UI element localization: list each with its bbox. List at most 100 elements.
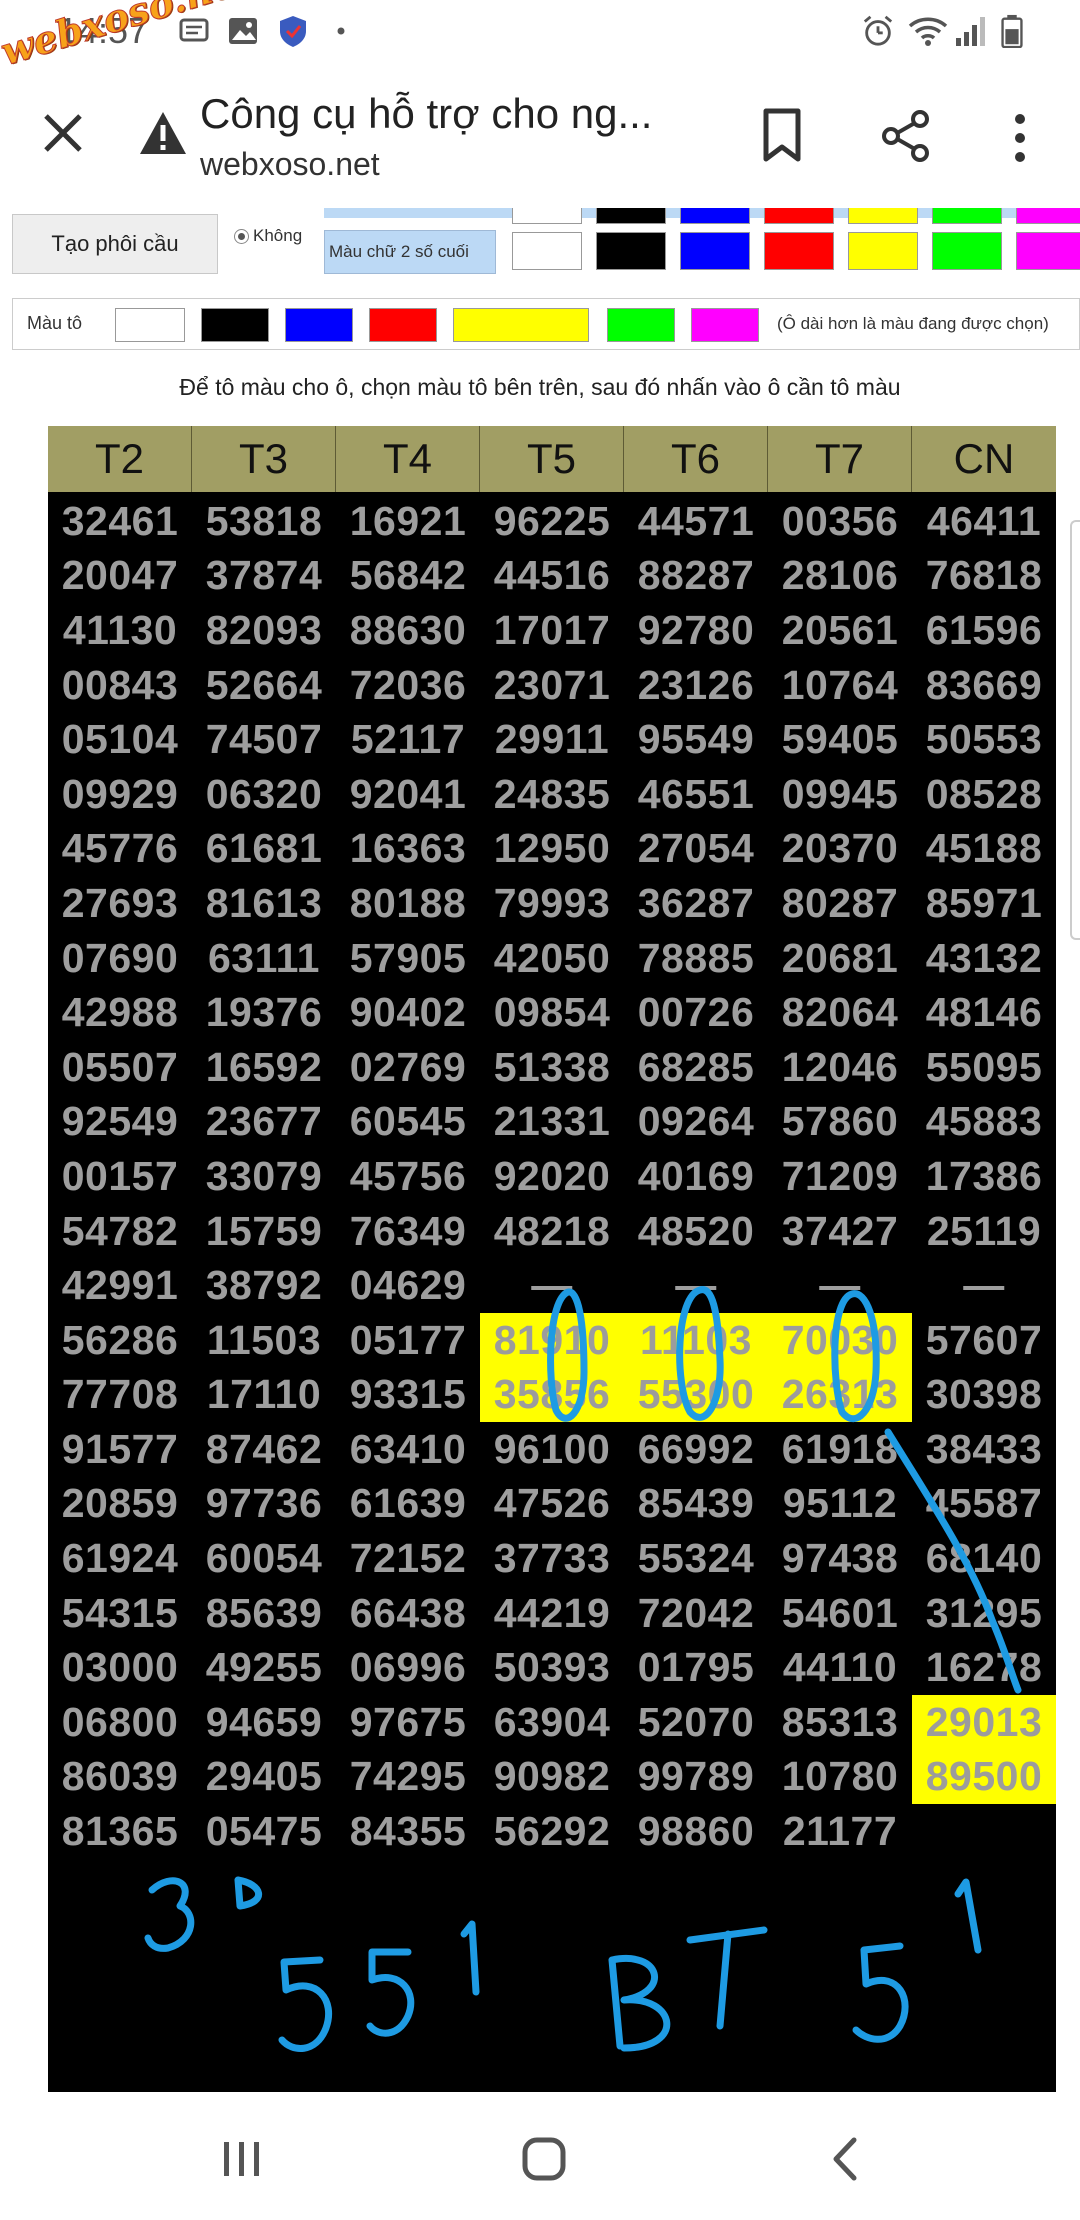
result-cell[interactable]: 89500 [912, 1749, 1056, 1805]
result-cell[interactable]: 12950 [480, 822, 624, 877]
last2-color-swatch-upper[interactable] [1016, 208, 1080, 224]
result-cell[interactable]: 46411 [912, 494, 1056, 549]
result-cell[interactable]: 05507 [48, 1040, 192, 1095]
recents-icon[interactable] [216, 2134, 268, 2184]
last2-color-swatch[interactable] [680, 232, 750, 270]
result-cell[interactable]: 16278 [912, 1640, 1056, 1695]
result-cell[interactable]: 12046 [768, 1040, 912, 1095]
result-cell[interactable]: 11503 [192, 1313, 336, 1368]
result-cell[interactable]: 85439 [624, 1477, 768, 1532]
result-cell[interactable]: 46551 [624, 767, 768, 822]
result-cell[interactable]: — [624, 1258, 768, 1313]
last2-color-swatch[interactable] [1016, 232, 1080, 270]
result-cell[interactable]: 57860 [768, 1095, 912, 1150]
result-cell[interactable]: 05177 [336, 1313, 480, 1368]
result-cell[interactable]: 97438 [768, 1531, 912, 1586]
result-cell[interactable]: 51338 [480, 1040, 624, 1095]
result-cell[interactable]: 01795 [624, 1640, 768, 1695]
last2-color-swatch[interactable] [512, 232, 582, 270]
result-cell[interactable]: 50393 [480, 1640, 624, 1695]
result-cell[interactable]: 20370 [768, 822, 912, 877]
result-cell[interactable] [912, 1804, 1056, 1859]
result-cell[interactable]: 28106 [768, 549, 912, 604]
result-cell[interactable]: 88287 [624, 549, 768, 604]
result-cell[interactable]: 00726 [624, 985, 768, 1040]
result-cell[interactable]: 37733 [480, 1531, 624, 1586]
result-cell[interactable]: 52664 [192, 658, 336, 713]
result-cell[interactable]: 16921 [336, 494, 480, 549]
radio-option[interactable]: Không [234, 226, 302, 246]
result-cell[interactable]: 32461 [48, 494, 192, 549]
paint-color-swatch[interactable] [607, 308, 675, 342]
result-cell[interactable]: 88630 [336, 603, 480, 658]
result-cell[interactable]: 85639 [192, 1586, 336, 1641]
page-title[interactable]: Công cụ hỗ trợ cho ng... [200, 90, 652, 138]
result-cell[interactable]: 97736 [192, 1477, 336, 1532]
result-cell[interactable]: 17386 [912, 1149, 1056, 1204]
last2-color-swatch[interactable] [764, 232, 834, 270]
result-cell[interactable]: 23126 [624, 658, 768, 713]
result-cell[interactable]: 55324 [624, 1531, 768, 1586]
close-icon[interactable] [38, 108, 88, 158]
result-cell[interactable]: 76818 [912, 549, 1056, 604]
result-cell[interactable]: 56286 [48, 1313, 192, 1368]
result-cell[interactable]: 40169 [624, 1149, 768, 1204]
back-icon[interactable] [820, 2134, 872, 2184]
result-cell[interactable]: 61596 [912, 603, 1056, 658]
result-cell[interactable]: 45883 [912, 1095, 1056, 1150]
result-cell[interactable]: 97675 [336, 1695, 480, 1750]
result-cell[interactable]: 26313 [768, 1367, 912, 1423]
last2-color-swatch-upper[interactable] [512, 208, 582, 224]
last2-color-swatch[interactable] [848, 232, 918, 270]
result-cell[interactable]: 45188 [912, 822, 1056, 877]
result-cell[interactable]: 80287 [768, 876, 912, 931]
result-cell[interactable]: 90402 [336, 985, 480, 1040]
share-icon[interactable] [878, 108, 934, 164]
radio-dot[interactable] [234, 228, 249, 244]
result-cell[interactable]: 92020 [480, 1149, 624, 1204]
result-cell[interactable]: 70030 [768, 1312, 912, 1368]
result-cell[interactable]: 55095 [912, 1040, 1056, 1095]
result-cell[interactable]: 03000 [48, 1640, 192, 1695]
result-cell[interactable]: 29013 [912, 1695, 1056, 1750]
result-cell[interactable]: 06320 [192, 767, 336, 822]
result-cell[interactable]: 15759 [192, 1204, 336, 1259]
result-cell[interactable]: 74295 [336, 1750, 480, 1805]
paint-color-swatch[interactable] [115, 308, 185, 342]
last2-color-swatch[interactable] [932, 232, 1002, 270]
result-cell[interactable]: 06996 [336, 1640, 480, 1695]
paint-color-swatch[interactable] [285, 308, 353, 342]
result-cell[interactable]: 35856 [480, 1367, 624, 1423]
result-cell[interactable]: 27693 [48, 876, 192, 931]
result-cell[interactable]: 37427 [768, 1204, 912, 1259]
result-cell[interactable]: 57607 [912, 1313, 1056, 1368]
result-cell[interactable]: 49255 [192, 1640, 336, 1695]
result-cell[interactable]: 45587 [912, 1477, 1056, 1532]
result-cell[interactable]: 81613 [192, 876, 336, 931]
result-cell[interactable]: 10764 [768, 658, 912, 713]
result-cell[interactable]: 76349 [336, 1204, 480, 1259]
result-cell[interactable]: 72042 [624, 1586, 768, 1641]
result-cell[interactable]: 20859 [48, 1477, 192, 1532]
result-cell[interactable]: 84355 [336, 1804, 480, 1859]
result-cell[interactable]: — [768, 1258, 912, 1313]
result-cell[interactable]: 36287 [624, 876, 768, 931]
result-cell[interactable]: 82064 [768, 985, 912, 1040]
result-cell[interactable]: 52117 [336, 712, 480, 767]
result-cell[interactable]: 52070 [624, 1695, 768, 1750]
result-cell[interactable]: 00356 [768, 494, 912, 549]
result-cell[interactable]: 53818 [192, 494, 336, 549]
last2-color-swatch-upper[interactable] [848, 208, 918, 224]
result-cell[interactable]: 57905 [336, 931, 480, 986]
result-cell[interactable]: 63410 [336, 1422, 480, 1477]
last2-color-swatch-upper[interactable] [932, 208, 1002, 224]
result-cell[interactable]: 77708 [48, 1368, 192, 1423]
paint-color-swatch[interactable] [201, 308, 269, 342]
result-cell[interactable]: 66992 [624, 1422, 768, 1477]
result-cell[interactable]: 05104 [48, 712, 192, 767]
result-cell[interactable]: 44219 [480, 1586, 624, 1641]
result-cell[interactable]: 09854 [480, 985, 624, 1040]
result-cell[interactable]: 25119 [912, 1204, 1056, 1259]
result-cell[interactable]: 08528 [912, 767, 1056, 822]
result-cell[interactable]: 81365 [48, 1804, 192, 1859]
